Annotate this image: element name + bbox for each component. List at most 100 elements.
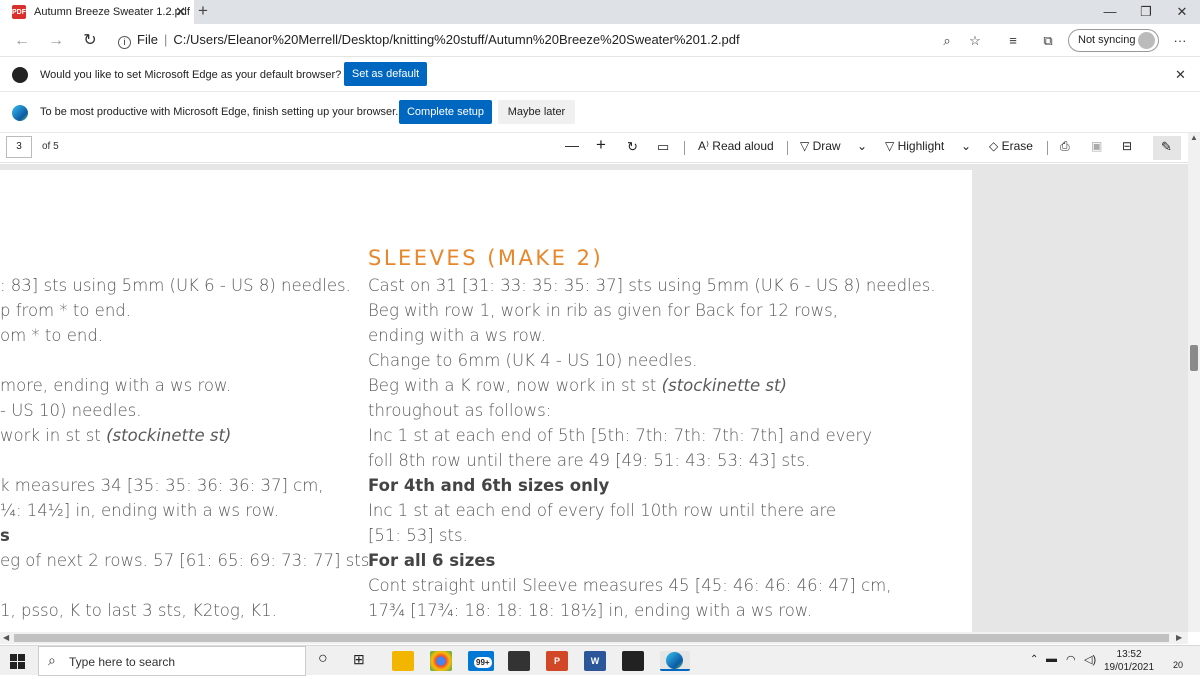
highlight-chevron-down-icon[interactable]: ⌄ <box>961 139 971 153</box>
zoom-in-button[interactable]: + <box>596 135 606 155</box>
file-explorer-icon[interactable] <box>392 651 414 671</box>
address-field[interactable]: i File | C:/Users/Eleanor%20Merrell/Desktop… <box>118 32 740 49</box>
right-text-line: throughout as follows: <box>368 401 552 420</box>
notification-center-icon[interactable]: 20 <box>1168 651 1188 671</box>
info-icon[interactable]: i <box>118 36 131 49</box>
infobar-close-icon[interactable]: ✕ <box>1175 67 1186 83</box>
notification-count: 20 <box>1172 660 1183 670</box>
word-icon[interactable]: W <box>584 651 606 671</box>
complete-setup-button[interactable]: Complete setup <box>399 100 492 124</box>
left-text-line: ¼: 14½] in, ending with a ws row. <box>0 501 279 520</box>
highlight-icon: ▽ <box>885 139 898 153</box>
eraser-icon: ◇ <box>989 139 1002 153</box>
cortana-icon[interactable]: ○ <box>318 650 328 668</box>
edge-taskbar-icon[interactable] <box>660 651 690 671</box>
zoom-icon[interactable]: ⌕ <box>937 31 957 51</box>
protocol-label: File <box>137 32 158 47</box>
chrome-icon[interactable] <box>430 651 452 671</box>
taskbar-search-box[interactable]: ⌕ Type here to search <box>38 646 306 676</box>
page-count-label: of 5 <box>42 141 59 152</box>
edge-logo-icon <box>12 105 28 121</box>
scroll-left-icon[interactable]: ◀ <box>3 633 9 642</box>
pdf-icon: PDF <box>12 5 26 19</box>
left-text-line: om * to end. <box>0 326 104 345</box>
left-text-line: 1, psso, K to last 3 sts, K2tog, K1. <box>0 601 277 620</box>
sub-heading: For 4th and 6th sizes only <box>368 476 610 495</box>
chevron-up-icon[interactable]: ⌃ <box>1030 654 1038 665</box>
save-as-icon[interactable]: ⊟ <box>1122 139 1132 153</box>
wifi-icon[interactable]: ◠ <box>1066 653 1076 666</box>
pin-toolbar-button[interactable]: ✎ <box>1153 136 1181 160</box>
page-number-input[interactable]: 3 <box>6 136 32 158</box>
edge-logo-icon <box>12 67 28 83</box>
right-text-line: 17¾ [17¾: 18: 18: 18: 18½] in, ending wi… <box>368 601 813 620</box>
windows-taskbar: ⌕ Type here to search ○ ⊞ 99+ P W ⌃ ▬ ◠ … <box>0 645 1200 676</box>
rotate-icon[interactable]: ↻ <box>627 139 638 155</box>
left-text-line: more, ending with a ws row. <box>0 376 232 395</box>
pdf-toolbar: 3 of 5 — + ↻ ▭ A⁾ Read aloud ▽ Draw ⌄ ▽ … <box>0 133 1200 163</box>
set-as-default-button[interactable]: Set as default <box>344 62 427 86</box>
tab-active[interactable]: PDF Autumn Breeze Sweater 1.2.pdf ✕ <box>0 0 194 24</box>
read-aloud-label: Read aloud <box>712 139 774 153</box>
collections-icon[interactable]: ⧉ <box>1038 31 1058 51</box>
vertical-scrollbar[interactable]: ▲ <box>1188 133 1200 632</box>
erase-button[interactable]: ◇ Erase <box>989 139 1033 153</box>
left-text-line: : 83] sts using 5mm (UK 6 - US 8) needle… <box>0 276 351 295</box>
refresh-icon[interactable]: ↻ <box>78 29 102 53</box>
left-text-line: p from * to end. <box>0 301 131 320</box>
horizontal-scroll-thumb[interactable] <box>14 634 1169 642</box>
draw-button[interactable]: ▽ Draw <box>800 139 841 153</box>
minimize-button[interactable]: — <box>1092 2 1128 22</box>
sync-label: Not syncing <box>1078 34 1136 46</box>
address-bar-row: ← → ↻ i File | C:/Users/Eleanor%20Merrell/D… <box>0 24 1200 57</box>
read-aloud-button[interactable]: A⁾ Read aloud <box>698 139 774 153</box>
right-text-line: Cast on 31 [31: 33: 35: 35: 37] sts usin… <box>368 276 936 295</box>
favorites-list-icon[interactable]: ≡ <box>1003 31 1023 51</box>
erase-label: Erase <box>1001 139 1033 153</box>
scroll-right-icon[interactable]: ▶ <box>1176 633 1182 642</box>
section-heading: SLEEVES (MAKE 2) <box>368 246 604 270</box>
windows-start-icon[interactable] <box>10 654 25 669</box>
powerpoint-icon[interactable]: P <box>546 651 568 671</box>
window-close-button[interactable]: ✕ <box>1164 2 1200 22</box>
default-browser-message: Would you like to set Microsoft Edge as … <box>40 69 342 81</box>
zoom-out-button[interactable]: — <box>565 137 579 153</box>
system-clock[interactable]: 13:52 19/01/2021 <box>1104 648 1154 674</box>
fit-page-icon[interactable]: ▭ <box>657 139 669 155</box>
volume-icon[interactable]: ◁) <box>1084 653 1096 666</box>
default-browser-infobar: Would you like to set Microsoft Edge as … <box>0 58 1200 92</box>
left-text-segment: work in st st <box>0 426 107 445</box>
left-text-line: work in st st (stockinette st) <box>0 426 231 445</box>
url-separator: | <box>163 32 168 47</box>
tab-close-icon[interactable]: ✕ <box>175 4 186 20</box>
horizontal-scrollbar[interactable]: ◀ ▶ <box>0 632 1188 644</box>
profile-sync-button[interactable]: Not syncing <box>1068 29 1159 52</box>
toolbar-divider <box>1047 141 1048 155</box>
sticky-notes-icon[interactable] <box>622 651 644 671</box>
right-text-line: Cont straight until Sleeve measures 45 [… <box>368 576 892 595</box>
more-menu-icon[interactable]: ··· <box>1170 31 1190 51</box>
highlight-button[interactable]: ▽ Highlight <box>885 139 944 153</box>
right-text-line: foll 8th row until there are 49 [49: 51:… <box>368 451 811 470</box>
maybe-later-button[interactable]: Maybe later <box>498 100 575 124</box>
new-tab-button[interactable]: + <box>198 1 208 21</box>
print-icon[interactable]: ⎙ <box>1060 139 1070 154</box>
store-icon[interactable] <box>508 651 530 671</box>
forward-arrow-icon[interactable]: → <box>44 29 68 53</box>
save-icon[interactable]: ▣ <box>1091 139 1102 153</box>
mail-icon[interactable]: 99+ <box>468 651 494 671</box>
task-view-icon[interactable]: ⊞ <box>353 651 365 668</box>
right-text-line: Beg with a K row, now work in st st (sto… <box>368 376 787 395</box>
draw-label: Draw <box>812 139 841 153</box>
draw-chevron-down-icon[interactable]: ⌄ <box>857 139 867 153</box>
read-aloud-icon: A⁾ <box>698 139 713 153</box>
left-text-line: - US 10) needles. <box>0 401 142 420</box>
battery-icon[interactable]: ▬ <box>1046 653 1057 665</box>
restore-button[interactable]: ❐ <box>1128 2 1164 22</box>
vertical-scroll-thumb[interactable] <box>1190 345 1198 371</box>
favorite-star-icon[interactable]: ☆ <box>965 31 985 51</box>
right-text-line: Inc 1 st at each end of every foll 10th … <box>368 501 837 520</box>
tab-strip: PDF Autumn Breeze Sweater 1.2.pdf ✕ + — … <box>0 0 1200 24</box>
back-arrow-icon[interactable]: ← <box>10 29 34 53</box>
scroll-up-icon[interactable]: ▲ <box>1190 133 1198 142</box>
